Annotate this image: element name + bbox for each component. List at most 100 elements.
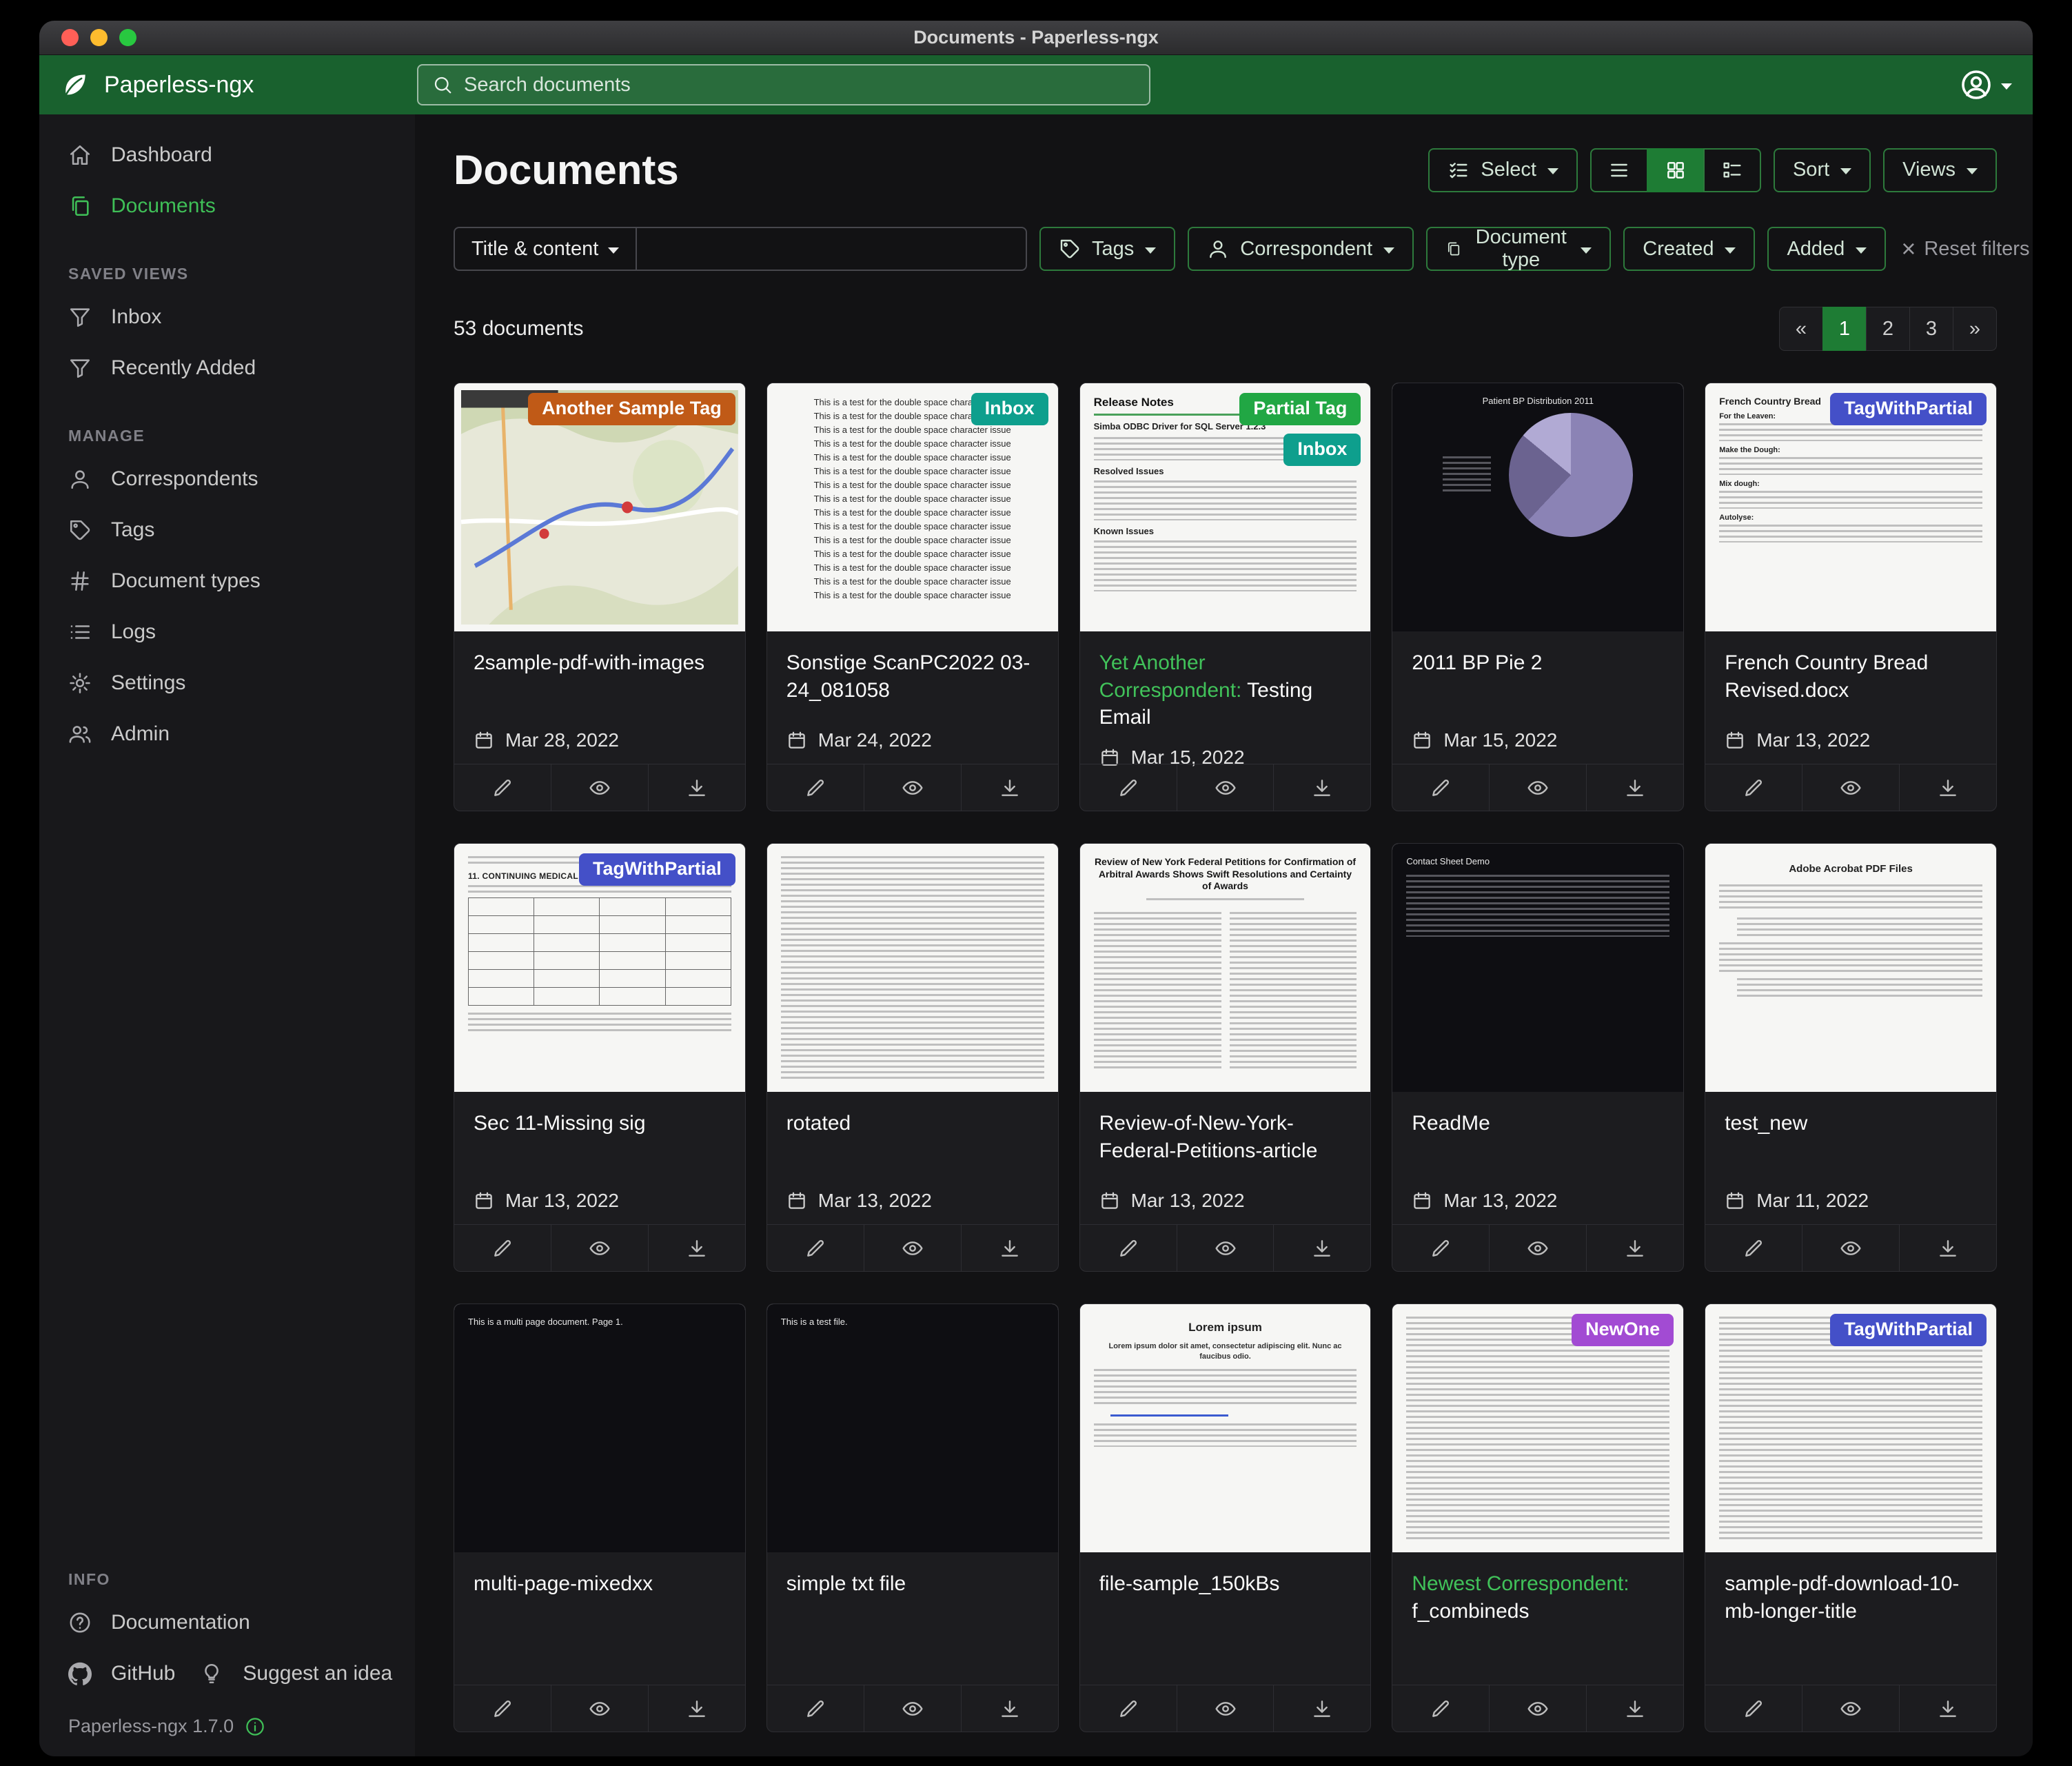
document-title[interactable]: Newest Correspondent: f_combineds: [1412, 1570, 1664, 1625]
document-thumbnail[interactable]: 11. CONTINUING MEDICAL EDUCA TagWithPart…: [454, 844, 745, 1092]
view-button[interactable]: [551, 1225, 648, 1271]
tag-pill[interactable]: NewOne: [1572, 1314, 1674, 1346]
document-thumbnail[interactable]: This is a multi page document. Page 1.: [454, 1304, 745, 1552]
minimize-button[interactable]: [90, 29, 108, 46]
document-title[interactable]: Sonstige ScanPC2022 03-24_081058: [786, 649, 1039, 704]
download-button[interactable]: [961, 1685, 1058, 1732]
document-title[interactable]: simple txt file: [786, 1570, 1039, 1598]
document-correspondent[interactable]: Yet Another Correspondent:: [1099, 651, 1242, 702]
edit-button[interactable]: [1705, 1225, 1802, 1271]
edit-button[interactable]: [767, 1225, 864, 1271]
list-view-button[interactable]: [1590, 148, 1648, 192]
view-button[interactable]: [1177, 1685, 1274, 1732]
document-title[interactable]: multi-page-mixedxx: [474, 1570, 726, 1598]
view-button[interactable]: [551, 1685, 648, 1732]
tag-pill[interactable]: TagWithPartial: [1830, 1314, 1987, 1346]
edit-button[interactable]: [1705, 1685, 1802, 1732]
edit-button[interactable]: [454, 1225, 551, 1271]
sidebar-item-settings[interactable]: Settings: [39, 658, 415, 709]
view-button[interactable]: [1489, 1225, 1586, 1271]
document-title[interactable]: sample-pdf-download-10-mb-longer-title: [1725, 1570, 1977, 1625]
view-button[interactable]: [1489, 1685, 1586, 1732]
sidebar-item-suggest-idea[interactable]: Suggest an idea: [196, 1648, 413, 1699]
document-title[interactable]: Yet Another Correspondent: Testing Email: [1099, 649, 1352, 731]
tag-pill[interactable]: TagWithPartial: [1830, 393, 1987, 425]
sidebar-item-admin[interactable]: Admin: [39, 709, 415, 760]
sidebar-item-recently-added[interactable]: Recently Added: [39, 343, 415, 394]
sidebar-item-documentation[interactable]: Documentation: [39, 1597, 415, 1648]
page-button-2[interactable]: 2: [1866, 307, 1910, 351]
reset-filters-button[interactable]: × Reset filters: [1901, 236, 2029, 261]
edit-button[interactable]: [1392, 1225, 1489, 1271]
title-content-dropdown[interactable]: Title & content: [454, 227, 636, 271]
sidebar-item-document-types[interactable]: Document types: [39, 556, 415, 607]
edit-button[interactable]: [1080, 1225, 1177, 1271]
view-button[interactable]: [864, 764, 961, 811]
download-button[interactable]: [1273, 1225, 1370, 1271]
document-title[interactable]: ReadMe: [1412, 1110, 1664, 1137]
download-button[interactable]: [1899, 1225, 1996, 1271]
document-correspondent[interactable]: Newest Correspondent:: [1412, 1572, 1629, 1595]
download-button[interactable]: [961, 1225, 1058, 1271]
document-title[interactable]: 2sample-pdf-with-images: [474, 649, 726, 677]
download-button[interactable]: [1899, 764, 1996, 811]
edit-button[interactable]: [767, 1685, 864, 1732]
tag-pill[interactable]: TagWithPartial: [579, 853, 735, 886]
download-button[interactable]: [1273, 764, 1370, 811]
document-thumbnail[interactable]: French Country BreadFor the Leaven:Make …: [1705, 383, 1996, 631]
download-button[interactable]: [1586, 1685, 1683, 1732]
user-menu[interactable]: [1960, 68, 2012, 101]
sidebar-item-tags[interactable]: Tags: [39, 505, 415, 556]
page-button-1[interactable]: 1: [1822, 307, 1867, 351]
download-button[interactable]: [1273, 1685, 1370, 1732]
details-view-button[interactable]: [1703, 148, 1761, 192]
document-thumbnail[interactable]: This is a test for the double space char…: [767, 383, 1058, 631]
download-button[interactable]: [1586, 1225, 1683, 1271]
document-title[interactable]: Sec 11-Missing sig: [474, 1110, 726, 1137]
select-button[interactable]: Select: [1428, 148, 1578, 192]
edit-button[interactable]: [454, 764, 551, 811]
tag-pill[interactable]: Another Sample Tag: [528, 393, 735, 425]
brand[interactable]: Paperless-ngx: [60, 70, 417, 100]
edit-button[interactable]: [1705, 764, 1802, 811]
page-button-3[interactable]: 3: [1909, 307, 1953, 351]
view-button[interactable]: [1177, 764, 1274, 811]
sidebar-item-logs[interactable]: Logs: [39, 607, 415, 658]
view-button[interactable]: [1802, 1685, 1899, 1732]
document-thumbnail[interactable]: Lorem ipsumLorem ipsum dolor sit amet, c…: [1080, 1304, 1371, 1552]
sort-button[interactable]: Sort: [1774, 148, 1871, 192]
document-thumbnail[interactable]: Another Sample Tag: [454, 383, 745, 631]
edit-button[interactable]: [454, 1685, 551, 1732]
next-page-button[interactable]: »: [1953, 307, 1997, 351]
tag-pill[interactable]: Inbox: [1283, 434, 1361, 466]
document-thumbnail[interactable]: Patient BP Distribution 2011: [1392, 383, 1683, 631]
edit-button[interactable]: [1392, 1685, 1489, 1732]
sidebar-item-documents[interactable]: Documents: [39, 181, 415, 232]
view-button[interactable]: [864, 1685, 961, 1732]
download-button[interactable]: [1899, 1685, 1996, 1732]
edit-button[interactable]: [767, 764, 864, 811]
edit-button[interactable]: [1080, 1685, 1177, 1732]
document-title[interactable]: French Country Bread Revised.docx: [1725, 649, 1977, 704]
document-thumbnail[interactable]: Review of New York Federal Petitions for…: [1080, 844, 1371, 1092]
view-button[interactable]: [1802, 764, 1899, 811]
sidebar-item-correspondents[interactable]: Correspondents: [39, 454, 415, 505]
document-thumbnail[interactable]: NewOne: [1392, 1304, 1683, 1552]
document-thumbnail[interactable]: Adobe Acrobat PDF Files: [1705, 844, 1996, 1092]
sidebar-item-github[interactable]: GitHub: [39, 1648, 196, 1699]
filter-text-input[interactable]: [636, 227, 1027, 271]
document-type-filter-button[interactable]: Document type: [1426, 227, 1611, 271]
view-button[interactable]: [551, 764, 648, 811]
views-button[interactable]: Views: [1883, 148, 1997, 192]
tags-filter-button[interactable]: Tags: [1039, 227, 1175, 271]
download-button[interactable]: [1586, 764, 1683, 811]
document-title[interactable]: Review-of-New-York-Federal-Petitions-art…: [1099, 1110, 1352, 1164]
close-button[interactable]: [61, 29, 79, 46]
zoom-button[interactable]: [119, 29, 136, 46]
view-button[interactable]: [1802, 1225, 1899, 1271]
sidebar-item-dashboard[interactable]: Dashboard: [39, 130, 415, 181]
edit-button[interactable]: [1392, 764, 1489, 811]
download-button[interactable]: [961, 764, 1058, 811]
document-thumbnail[interactable]: This is a test file.: [767, 1304, 1058, 1552]
tag-pill[interactable]: Inbox: [971, 393, 1048, 425]
